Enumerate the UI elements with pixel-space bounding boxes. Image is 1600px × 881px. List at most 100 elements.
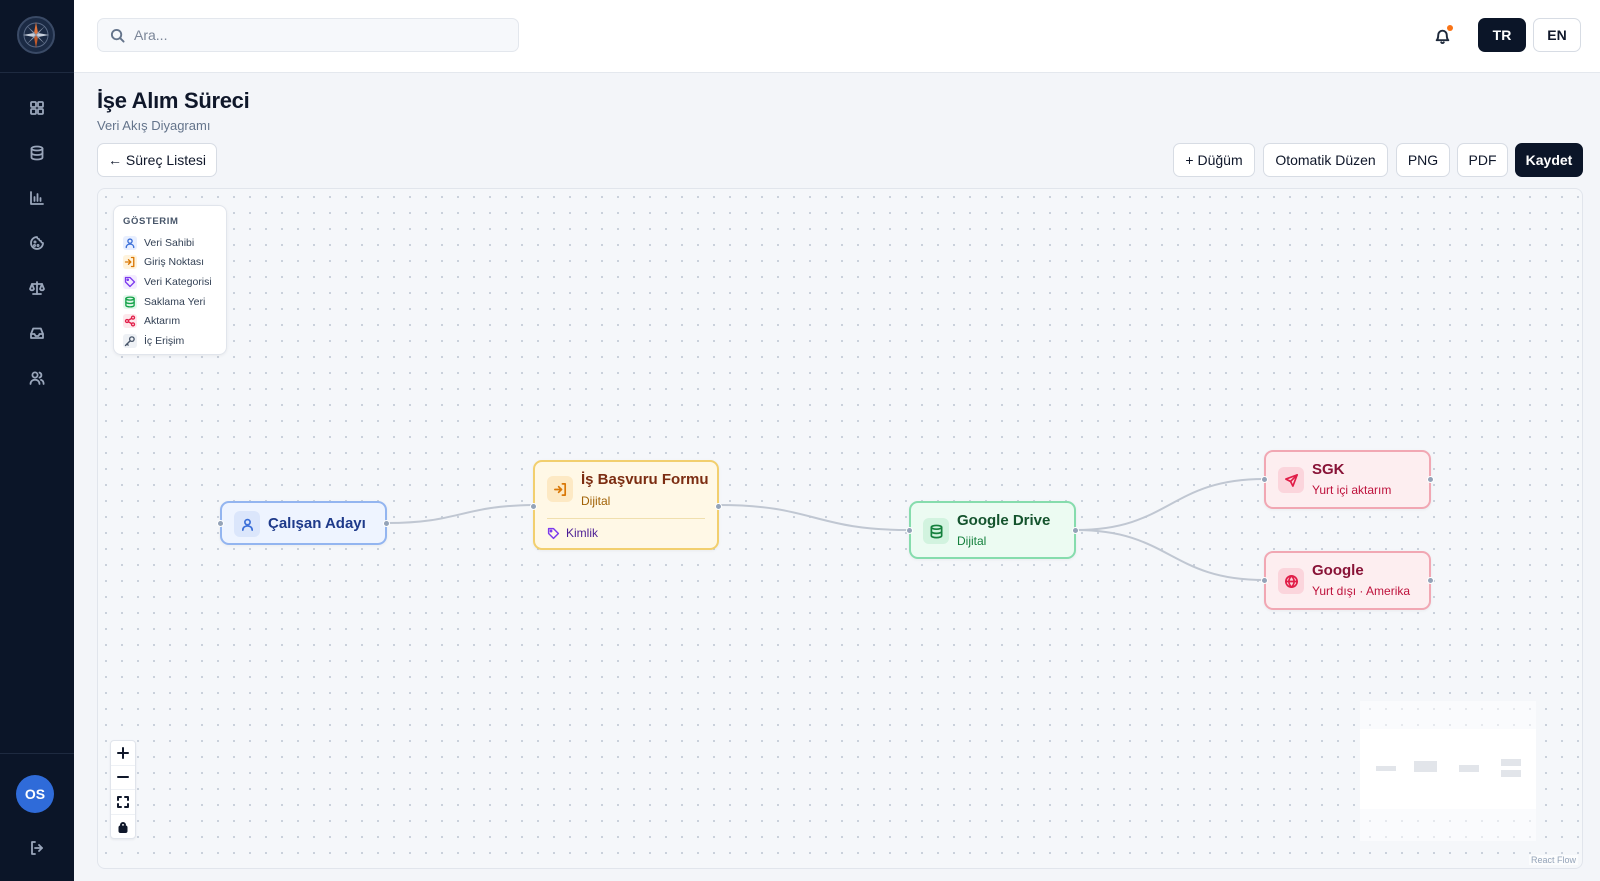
node-icon-box xyxy=(547,476,573,502)
sidebar-item-inbox[interactable] xyxy=(22,318,52,348)
notification-dot xyxy=(1447,25,1453,31)
edge-candidate-form[interactable] xyxy=(386,504,534,524)
legend-label: Veri Sahibi xyxy=(144,236,195,249)
node-handle-left[interactable] xyxy=(906,527,913,534)
grid-icon xyxy=(30,101,44,115)
legend-label: Aktarım xyxy=(144,315,181,328)
topbar: TR EN xyxy=(74,0,1600,73)
node-icon-box xyxy=(1278,467,1304,493)
sidebar-item-inventory[interactable] xyxy=(22,138,52,168)
save-button[interactable]: Kaydet xyxy=(1515,143,1583,177)
flow-controls xyxy=(110,740,136,839)
sidebar-divider-bottom xyxy=(0,753,74,754)
zoom-in-icon xyxy=(117,746,129,759)
node-handle-right[interactable] xyxy=(1427,476,1434,483)
legend-item-internal-access: İç Erişim xyxy=(123,331,217,351)
legend-label: Saklama Yeri xyxy=(144,295,206,308)
edge-form-drive[interactable] xyxy=(718,504,910,531)
node-divider xyxy=(547,518,705,519)
node-handle-right[interactable] xyxy=(1072,527,1079,534)
node-title: SGK xyxy=(1312,461,1345,478)
node-handle-left[interactable] xyxy=(1261,476,1268,483)
zoom-in-button[interactable] xyxy=(111,741,135,766)
node-handle-left[interactable] xyxy=(217,520,224,527)
globe-icon xyxy=(1284,574,1298,588)
sidebar: OS xyxy=(0,0,74,881)
share-icon xyxy=(124,315,136,327)
sidebar-item-users[interactable] xyxy=(22,363,52,393)
tag-icon xyxy=(124,276,136,288)
sidebar-item-dashboard[interactable] xyxy=(22,93,52,123)
react-flow-attribution[interactable]: React Flow xyxy=(1528,855,1578,865)
lock-button[interactable] xyxy=(111,815,135,840)
legend-item-transfer: Aktarım xyxy=(123,311,217,331)
edge-drive-sgk[interactable] xyxy=(1075,478,1265,531)
sidebar-item-cookies[interactable] xyxy=(22,228,52,258)
page-subtitle: Veri Akış Diyagramı xyxy=(97,118,211,133)
page-title: İşe Alım Süreci xyxy=(97,88,250,113)
node-handle-left[interactable] xyxy=(1261,577,1268,584)
inbox-icon xyxy=(30,327,44,339)
sidebar-item-legal[interactable] xyxy=(22,273,52,303)
legend-panel: GÖSTERIM Veri Sahibi Giriş Noktası Veri … xyxy=(113,205,227,355)
lang-en-button[interactable]: EN xyxy=(1533,18,1581,52)
key-icon xyxy=(124,335,135,346)
database-icon xyxy=(125,296,135,308)
search-box[interactable] xyxy=(97,18,519,52)
node-subtitle: Yurt dışı · Amerika xyxy=(1312,584,1411,598)
legend-label: İç Erişim xyxy=(144,334,185,347)
minimap[interactable] xyxy=(1360,701,1536,841)
node-title: Google xyxy=(1312,562,1364,579)
bar-chart-icon xyxy=(30,191,44,205)
auto-layout-button[interactable]: Otomatik Düzen xyxy=(1263,143,1388,177)
avatar[interactable]: OS xyxy=(16,775,54,813)
back-to-process-list-button[interactable]: ← Süreç Listesi xyxy=(97,143,217,177)
node-candidate[interactable]: Çalışan Adayı xyxy=(217,501,390,545)
export-pdf-button[interactable]: PDF xyxy=(1457,143,1508,177)
fit-view-button[interactable] xyxy=(111,790,135,815)
sidebar-item-reports[interactable] xyxy=(22,183,52,213)
users-icon xyxy=(29,371,45,385)
export-png-button[interactable]: PNG xyxy=(1396,143,1450,177)
minimap-node xyxy=(1501,759,1521,766)
node-handle-right[interactable] xyxy=(1427,577,1434,584)
node-subtitle: Dijital xyxy=(581,494,611,508)
data-category-tag[interactable]: Kimlik xyxy=(547,526,598,540)
node-handle-right[interactable] xyxy=(383,520,390,527)
add-node-button[interactable]: + Düğüm xyxy=(1173,143,1255,177)
tag-label: Kimlik xyxy=(566,526,598,540)
legend-item-data-category: Veri Kategorisi xyxy=(123,272,217,292)
tag-icon xyxy=(547,527,560,539)
sidebar-divider-top xyxy=(0,72,74,73)
lock-icon xyxy=(118,821,128,833)
node-handle-left[interactable] xyxy=(530,503,537,510)
user-icon xyxy=(125,238,135,248)
minimap-node xyxy=(1376,766,1396,771)
edge-drive-google[interactable] xyxy=(1075,529,1265,581)
fit-view-icon xyxy=(117,795,129,808)
node-google[interactable]: Google Yurt dışı · Amerika xyxy=(1261,551,1434,610)
flow-canvas[interactable]: GÖSTERIM Veri Sahibi Giriş Noktası Veri … xyxy=(97,188,1583,869)
lang-tr-button[interactable]: TR xyxy=(1478,18,1526,52)
logout-button[interactable] xyxy=(22,833,52,863)
node-application-form[interactable]: İş Başvuru Formu Dijital Kimlik xyxy=(530,460,722,550)
minimap-node xyxy=(1414,761,1437,772)
search-input[interactable] xyxy=(134,27,504,43)
zoom-out-button[interactable] xyxy=(111,766,135,790)
legend-item-entry-point: Giriş Noktası xyxy=(123,253,217,273)
node-google-drive[interactable]: Google Drive Dijital xyxy=(906,501,1079,559)
node-title: Çalışan Adayı xyxy=(268,515,366,532)
compass-logo[interactable] xyxy=(17,16,55,54)
node-icon-box xyxy=(1278,568,1304,594)
legend-label: Veri Kategorisi xyxy=(144,275,212,288)
login-icon xyxy=(124,257,135,268)
login-icon xyxy=(553,482,566,496)
notifications-button[interactable] xyxy=(1430,24,1454,48)
database-icon xyxy=(30,145,44,161)
node-sgk[interactable]: SGK Yurt içi aktarım xyxy=(1261,450,1434,509)
node-handle-right[interactable] xyxy=(715,503,722,510)
logout-icon xyxy=(31,841,43,855)
cookie-icon xyxy=(30,236,44,250)
node-subtitle: Dijital xyxy=(957,534,987,548)
node-icon-box xyxy=(923,518,949,544)
